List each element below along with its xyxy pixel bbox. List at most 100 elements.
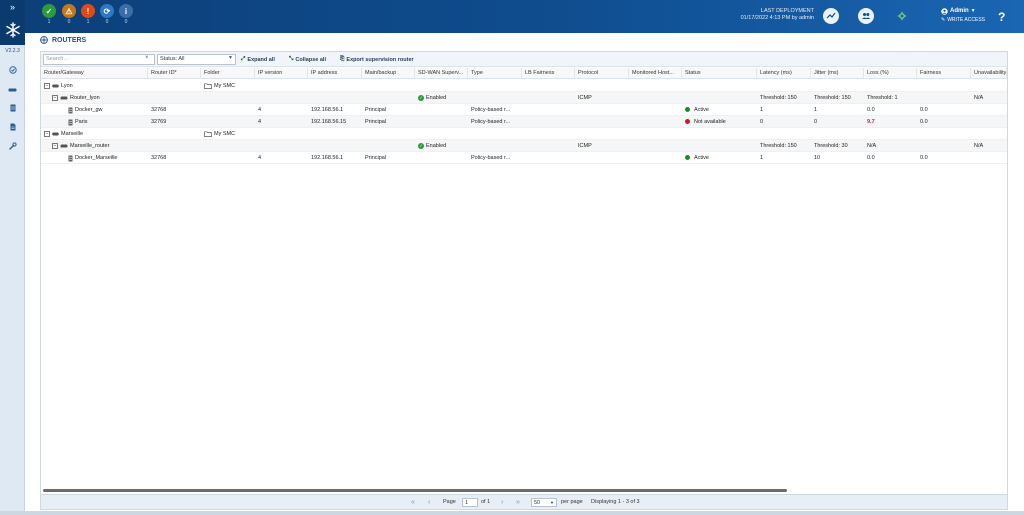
last-deployment-value: 01/17/2022 4:13 PM by admin (740, 15, 814, 21)
horizontal-scrollbar[interactable] (43, 489, 787, 492)
column-header[interactable]: Type (468, 68, 522, 79)
last-deployment: LAST DEPLOYMENT 01/17/2022 4:13 PM by ad… (741, 8, 814, 22)
last-page-button[interactable]: » (516, 498, 520, 507)
status-filter-select[interactable]: Status: All (157, 54, 236, 65)
supervision-cell: ✓ Enabled (415, 92, 468, 104)
jitter-cell: Threshold: 30 (814, 143, 848, 149)
first-page-button[interactable]: « (411, 498, 415, 507)
ip-version-cell: 4 (258, 107, 262, 113)
status-cell: Not available (682, 116, 757, 128)
sync-icon[interactable]: ⟳ (100, 4, 114, 18)
document-nav-icon[interactable] (6, 121, 19, 133)
table-row[interactable]: Paris 32769 4 192.168.56.15 Principal Po… (41, 116, 1007, 128)
displaying-label: Displaying 1 - 3 of 3 (591, 499, 640, 505)
user-menu[interactable]: Admin ▼ ✎ WRITE ACCESS (941, 7, 985, 25)
status-count-ok: 1 (47, 19, 51, 25)
warning-icon[interactable]: ⚠ (62, 4, 76, 18)
router-id-cell: 32768 (151, 155, 167, 161)
column-header[interactable]: Jitter (ms) (811, 68, 864, 79)
latency-cell: Threshold: 150 (760, 143, 797, 149)
table-row[interactable]: − Lyon My SMC (41, 80, 1007, 92)
expand-all-label: Expand all (247, 56, 275, 63)
table-row[interactable]: − Marseille_router ✓ Enabled ICMP Thresho… (41, 140, 1007, 152)
dashboard-check-icon[interactable] (6, 64, 19, 76)
router-nav-icon[interactable] (6, 84, 19, 96)
group-icon (52, 132, 59, 136)
column-header[interactable]: LB Fairness (522, 68, 575, 79)
export-button[interactable]: ⎘ Export supervision router (340, 55, 414, 64)
table-row[interactable]: Docker_gw 32768 4 192.168.56.1 Principal… (41, 104, 1007, 116)
page-of-label: of 1 (481, 499, 491, 505)
column-header[interactable]: Protocol (575, 68, 629, 79)
row-name: Marseille (61, 131, 84, 137)
routers-icon (40, 36, 48, 44)
export-icon: ⎘ (340, 56, 345, 62)
next-page-button[interactable]: › (501, 498, 503, 507)
server-nav-icon[interactable] (6, 102, 19, 114)
grid-header: Router/Gateway Router ID* Folder IP vers… (41, 68, 1007, 79)
access-label: WRITE ACCESS (947, 17, 985, 23)
column-header[interactable]: Latency (ms) (757, 68, 811, 79)
router-id-cell: 32769 (151, 119, 167, 125)
column-header[interactable]: Router/Gateway (41, 68, 148, 79)
fairness-cell: 0.0 (920, 155, 928, 161)
deploy-button[interactable] (823, 8, 839, 24)
table-row[interactable]: Docker_Marseille 32768 4 192.168.56.1 Pr… (41, 152, 1007, 164)
users-icon (862, 13, 871, 19)
router-icon (60, 96, 68, 100)
column-header[interactable]: Unavailability (971, 68, 1007, 79)
user-avatar-icon (941, 8, 948, 15)
collapse-all-button[interactable]: ⤡ Collapse all (289, 55, 326, 64)
status-value: Active (694, 155, 709, 161)
main-backup-cell: Principal (365, 119, 387, 125)
chevron-down-icon[interactable]: ▼ (228, 55, 233, 61)
folder-cell: My SMC (201, 128, 255, 140)
gateway-icon (68, 155, 73, 161)
ip-version-cell: 4 (258, 119, 262, 125)
column-header[interactable]: Main/backup (362, 68, 415, 79)
table-row[interactable]: − Marseille My SMC (41, 128, 1007, 140)
loss-cell-alert: 9.7 (867, 119, 875, 125)
search-input[interactable]: Search... (43, 54, 155, 65)
type-cell: Policy-based r... (471, 155, 511, 161)
column-header[interactable]: Fairness (917, 68, 971, 79)
collapse-icon: ⤡ (289, 56, 294, 62)
user-name: Admin (950, 8, 969, 14)
tree-cell: Docker_gw (65, 104, 148, 116)
collapse-toggle[interactable]: − (44, 131, 50, 137)
column-header[interactable]: Folder (201, 68, 255, 79)
expand-rail-button[interactable]: » (0, 0, 25, 15)
per-page-label: per page (561, 499, 583, 505)
collapse-toggle[interactable]: − (52, 95, 58, 101)
wrench-nav-icon[interactable] (6, 140, 19, 152)
chevron-down-icon[interactable]: ▼ (550, 498, 554, 507)
last-deployment-label: LAST DEPLOYMENT (760, 8, 814, 14)
page-title: ROUTERS (40, 36, 86, 44)
ip-version-cell: 4 (258, 155, 262, 161)
status-count-sync: 0 (105, 19, 109, 25)
gateway-icon (68, 119, 73, 125)
collapse-toggle[interactable]: − (52, 143, 58, 149)
column-header[interactable]: SD-WAN Superv... (415, 68, 468, 79)
prev-page-button[interactable]: ‹ (428, 498, 430, 507)
clear-search-icon[interactable]: × (145, 55, 149, 61)
column-header[interactable]: IP address (308, 68, 362, 79)
info-icon[interactable]: i (119, 4, 133, 18)
column-header[interactable]: Status (682, 68, 757, 79)
collapse-toggle[interactable]: − (44, 83, 50, 89)
table-row[interactable]: − Router_lyon ✓ Enabled ICMP Threshold: 1… (41, 92, 1007, 104)
jitter-cell: 0 (814, 119, 818, 125)
column-header[interactable]: IP version (255, 68, 308, 79)
error-icon[interactable]: ! (81, 4, 95, 18)
expand-all-button[interactable]: ⤢ Expand all (241, 55, 275, 64)
check-circle-icon[interactable]: ✓ (42, 4, 56, 18)
users-button[interactable] (858, 8, 874, 24)
column-header[interactable]: Router ID* (148, 68, 201, 79)
page-number-input[interactable]: 1 (462, 498, 478, 507)
column-header[interactable]: Loss (%) (864, 68, 917, 79)
unavailability-cell: N/A (974, 95, 984, 101)
column-header[interactable]: Monitored Host... (629, 68, 682, 79)
help-button[interactable]: ? (998, 10, 1005, 24)
gear-button[interactable] (894, 8, 910, 24)
status-value: Active (694, 107, 709, 113)
